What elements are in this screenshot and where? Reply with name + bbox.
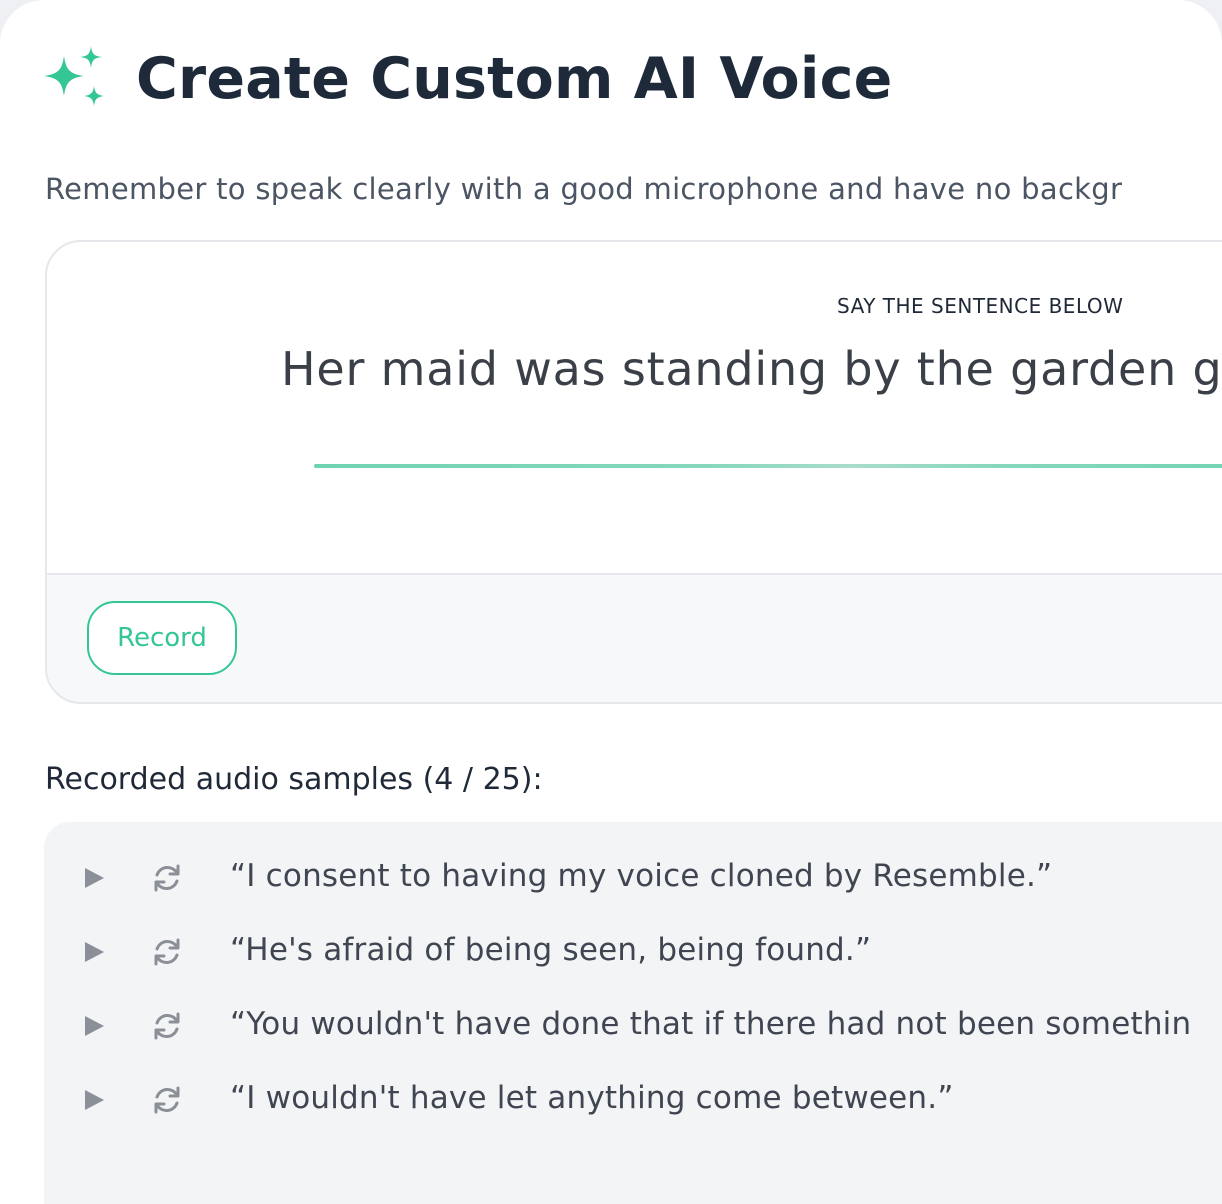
rerecord-icon[interactable] [150,935,184,969]
play-icon[interactable] [82,866,106,890]
recording-card: SAY THE SENTENCE BELOW Her maid was stan… [45,240,1222,704]
sample-text: “He's afraid of being seen, being found.… [230,932,872,968]
audio-waveform [314,464,1222,468]
instructions-text: Remember to speak clearly with a good mi… [45,172,1123,206]
rerecord-icon[interactable] [150,861,184,895]
app-window: Create Custom AI Voice Remember to speak… [0,0,1222,1204]
sample-row: “I wouldn't have let anything come betwe… [44,1070,1222,1130]
play-icon[interactable] [82,1014,106,1038]
prompt-label: SAY THE SENTENCE BELOW [837,294,1124,318]
sample-text: “I consent to having my voice cloned by … [230,858,1053,894]
sample-text: “I wouldn't have let anything come betwe… [230,1080,954,1116]
play-icon[interactable] [82,1088,106,1112]
samples-list: “I consent to having my voice cloned by … [44,822,1222,1204]
page-header: Create Custom AI Voice [42,44,893,114]
rerecord-icon[interactable] [150,1009,184,1043]
sparkle-icon [44,46,104,106]
page-title: Create Custom AI Voice [136,46,893,112]
sample-text: “You wouldn't have done that if there ha… [230,1006,1192,1042]
samples-heading: Recorded audio samples (4 / 25): [45,762,543,797]
play-icon[interactable] [82,940,106,964]
sample-row: “You wouldn't have done that if there ha… [44,996,1222,1056]
sample-row: “I consent to having my voice cloned by … [44,848,1222,908]
sample-row: “He's afraid of being seen, being found.… [44,922,1222,982]
rerecord-icon[interactable] [150,1083,184,1117]
prompt-sentence: Her maid was standing by the garden g [281,342,1222,396]
record-button[interactable]: Record [87,601,237,675]
recording-card-footer: Record [47,573,1222,702]
